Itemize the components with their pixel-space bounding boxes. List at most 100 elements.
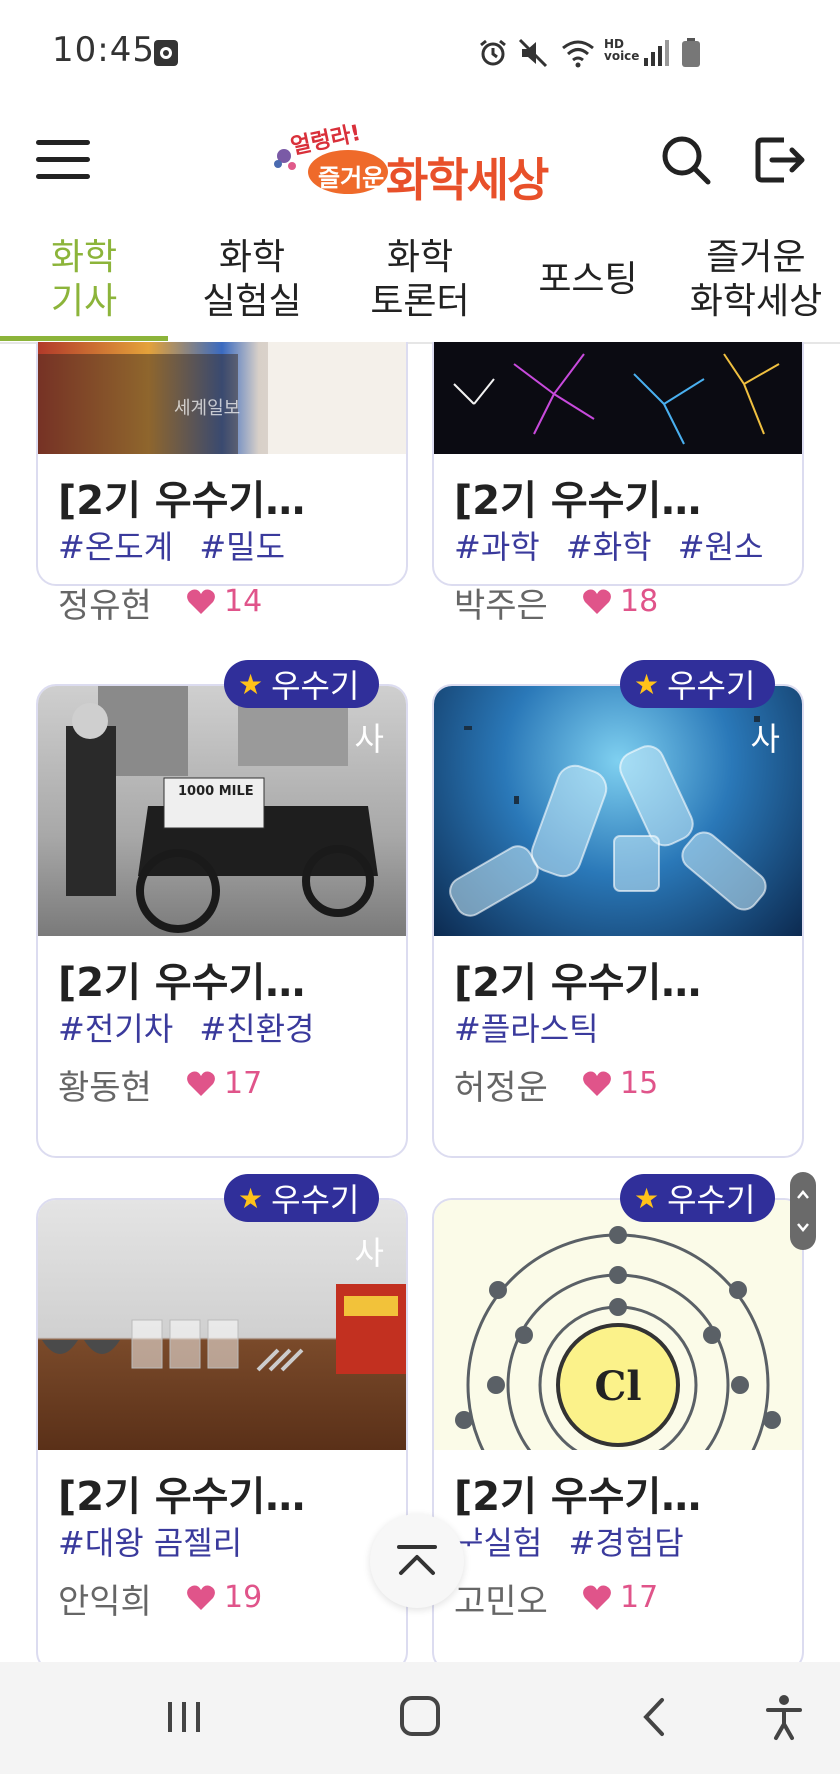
photo-watermark: 세계일보	[174, 398, 241, 419]
tag[interactable]: #대왕 곰젤리	[58, 1524, 242, 1562]
article-card[interactable]: 세계일보 [2기 우수기… #온도계 #밀도 정유현 14	[36, 342, 408, 626]
star-icon: ★	[634, 1181, 660, 1215]
category-tabs: 화학 기사 화학 실험실 화학 토론터 포스팅 즐거운 화학세상	[0, 220, 840, 344]
heart-icon	[583, 589, 611, 614]
tag[interactable]: #경험담	[569, 1524, 684, 1562]
chevron-up-icon	[397, 1545, 437, 1575]
like-count[interactable]: 15	[582, 1066, 658, 1101]
excellent-article-badge: ★ 우수기	[224, 1174, 380, 1222]
screenshot-icon	[154, 40, 178, 66]
article-tags: #대왕 곰젤리	[58, 1518, 258, 1564]
article-title: [2기 우수기…	[454, 1474, 702, 1520]
like-count-value: 15	[620, 1066, 659, 1101]
article-card[interactable]: Cl [2기 우수기… ᅷ실험 #경험담 고민오 17 ★ 우수기	[432, 1174, 804, 1662]
like-count[interactable]: 18	[582, 584, 658, 619]
article-tags: #전기차 #친환경	[58, 1004, 330, 1050]
article-title: [2기 우수기…	[454, 960, 702, 1006]
scroll-arrows-icon	[797, 1190, 809, 1232]
alarm-icon	[480, 39, 506, 66]
excellent-article-badge: ★ 우수기	[620, 1174, 776, 1222]
like-count-value: 17	[224, 1066, 263, 1101]
article-card[interactable]: [2기 우수기… #대왕 곰젤리 안익희 19 ★ 우수기 사	[36, 1174, 408, 1662]
like-count-value: 18	[620, 584, 659, 619]
scroll-to-top-button[interactable]	[370, 1514, 464, 1608]
fireworks-photo	[453, 353, 780, 445]
article-tags: ᅷ실험 #경험담	[454, 1518, 700, 1564]
tag[interactable]: #전기차	[58, 1010, 173, 1048]
battery-icon	[682, 38, 700, 67]
active-tab-indicator	[0, 336, 168, 341]
app-header: 얼렁라! 즐거운 화학세상	[0, 100, 840, 220]
article-thumbnail: 세계일보	[38, 342, 406, 454]
like-count[interactable]: 14	[186, 584, 262, 619]
article-tags: #플라스틱	[454, 1004, 615, 1050]
photo-sign-text: 1000 MILE	[178, 784, 254, 799]
tab-chemistry-forum[interactable]: 화학 토론터	[336, 220, 504, 340]
badge-label: 우수기	[271, 1181, 360, 1219]
heart-icon	[187, 589, 215, 614]
status-time: 10:45	[52, 30, 155, 70]
star-icon: ★	[238, 667, 264, 701]
tag[interactable]: ᅷ실험	[454, 1524, 542, 1562]
star-icon: ★	[238, 1181, 264, 1215]
article-thumbnail: Cl	[434, 1200, 802, 1450]
logout-icon[interactable]	[750, 130, 810, 190]
logo-fun: 즐거운	[318, 164, 385, 192]
tag[interactable]: #친환경	[199, 1010, 314, 1048]
badge-label-wrap: 사	[750, 720, 780, 758]
author-name: 정유현	[58, 586, 152, 626]
author-name: 황동현	[58, 1068, 152, 1108]
excellent-article-badge: ★ 우수기	[224, 660, 380, 708]
wifi-icon	[562, 40, 594, 68]
tag[interactable]: #과학	[454, 528, 540, 566]
heart-icon	[583, 1071, 611, 1096]
tag[interactable]: #플라스틱	[454, 1010, 599, 1048]
accessibility-icon[interactable]	[754, 1692, 814, 1742]
badge-label: 우수기	[271, 667, 360, 705]
article-title: [2기 우수기…	[58, 960, 306, 1006]
logo-title: 화학세상	[386, 153, 549, 207]
element-symbol: Cl	[594, 1363, 641, 1410]
author-name: 안익희	[58, 1582, 152, 1622]
recent-apps-icon[interactable]	[154, 1692, 214, 1742]
heart-icon	[583, 1585, 611, 1610]
article-card[interactable]: 1000 MILE [2기 우수기… #전기차 #친환경 황동현 17 ★ 우수…	[36, 660, 408, 1158]
like-count-value: 17	[620, 1580, 659, 1615]
tab-chemistry-articles[interactable]: 화학 기사	[0, 220, 168, 340]
hd-voice-icon: HD voice	[604, 37, 640, 63]
article-title: [2기 우수기…	[454, 478, 702, 524]
tab-posting[interactable]: 포스팅	[504, 220, 672, 340]
app-logo[interactable]: 얼렁라! 즐거운 화학세상	[270, 120, 570, 210]
hamburger-icon[interactable]	[36, 140, 90, 180]
back-icon[interactable]	[626, 1692, 686, 1742]
badge-label: 우수기	[667, 667, 756, 705]
tab-fun-chemistry-world[interactable]: 즐거운 화학세상	[672, 220, 840, 340]
badge-label-wrap: 사	[354, 720, 384, 758]
author-name: 허정운	[454, 1068, 548, 1108]
system-nav-bar	[0, 1662, 840, 1774]
tag[interactable]: #온도계	[58, 528, 173, 566]
badge-label: 우수기	[667, 1181, 756, 1219]
article-card[interactable]: [2기 우수기… #과학 #화학 #원소 박주은 18	[432, 342, 804, 626]
star-icon: ★	[634, 667, 660, 701]
article-title: [2기 우수기…	[58, 478, 306, 524]
home-icon[interactable]	[390, 1692, 450, 1742]
tag[interactable]: #화학	[566, 528, 652, 566]
author-name: 고민오	[454, 1582, 548, 1622]
signal-icon	[644, 40, 669, 66]
fast-scroll-handle[interactable]	[790, 1172, 816, 1250]
tag[interactable]: #밀도	[199, 528, 285, 566]
chlorine-atom-diagram: Cl	[455, 1226, 781, 1450]
excellent-article-badge: ★ 우수기	[620, 660, 776, 708]
tab-chemistry-lab[interactable]: 화학 실험실	[168, 220, 336, 340]
like-count[interactable]: 17	[582, 1580, 658, 1615]
like-count-value: 19	[224, 1580, 263, 1615]
heart-icon	[187, 1071, 215, 1096]
like-count[interactable]: 19	[186, 1580, 262, 1615]
tag[interactable]: #원소	[678, 528, 764, 566]
like-count[interactable]: 17	[186, 1066, 262, 1101]
search-icon[interactable]	[656, 130, 716, 190]
article-card[interactable]: [2기 우수기… #플라스틱 허정운 15 ★ 우수기 사	[432, 660, 804, 1158]
article-grid: 세계일보 [2기 우수기… #온도계 #밀도 정유현 14 [2기 우수기… #…	[0, 342, 840, 1662]
heart-icon	[187, 1585, 215, 1610]
